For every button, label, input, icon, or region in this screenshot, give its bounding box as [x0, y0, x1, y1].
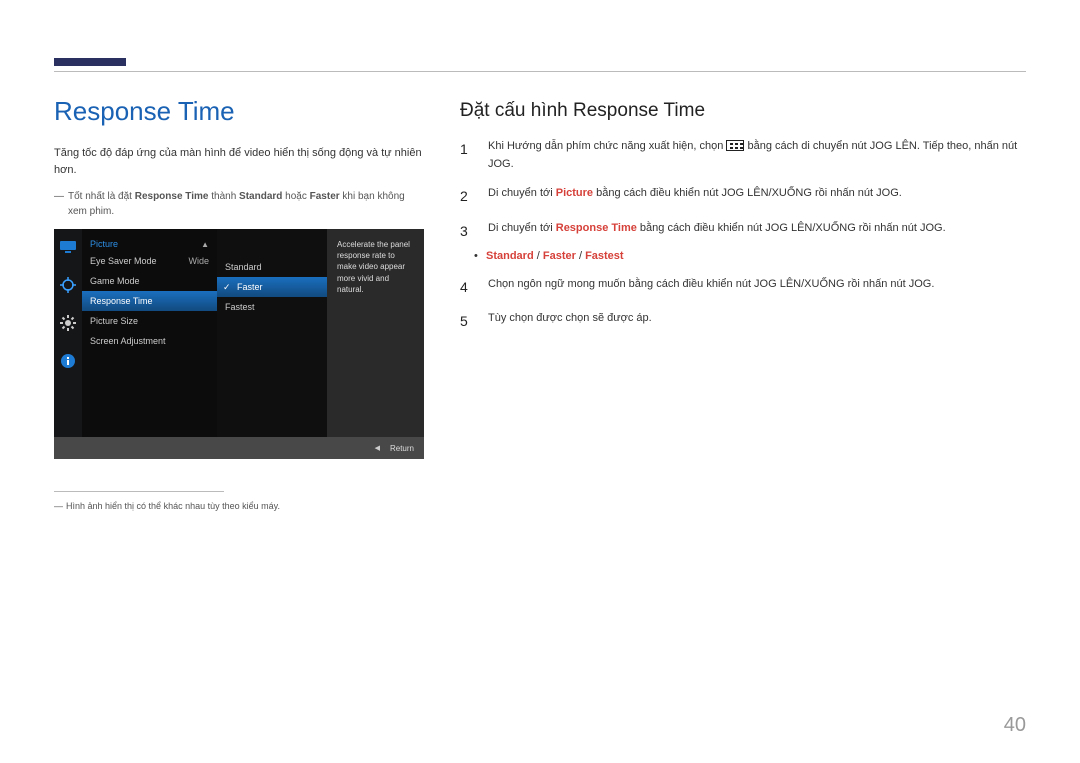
- step-number: 1: [460, 138, 476, 173]
- tip-bold: Faster: [310, 191, 340, 202]
- step-highlight: Response Time: [556, 222, 637, 234]
- osd-item: Screen Adjustment: [82, 331, 217, 351]
- osd-item-selected: Response Time: [82, 291, 217, 311]
- option-sep: /: [534, 250, 543, 262]
- triangle-left-icon: ◀: [375, 444, 380, 452]
- tip-text: Tốt nhất là đặt: [68, 191, 135, 202]
- step-body: Tùy chọn được chọn sẽ được áp.: [488, 310, 1026, 332]
- option: Fastest: [585, 250, 624, 262]
- osd-return-label: Return: [390, 444, 414, 453]
- osd-item: Picture Size: [82, 311, 217, 331]
- osd-submenu: Standard Faster Fastest: [217, 229, 327, 437]
- osd-sidebar: [54, 229, 82, 437]
- gear-icon: [59, 315, 77, 331]
- page-number: 40: [1004, 714, 1026, 737]
- tip-bold: Standard: [239, 191, 282, 202]
- step-body: Khi Hướng dẫn phím chức năng xuất hiện, …: [488, 138, 1026, 173]
- osd-menu-list: Picture ▲ Eye Saver Mode Wide Game Mode …: [82, 229, 217, 437]
- osd-item: Eye Saver Mode Wide: [82, 251, 217, 271]
- step-text: bằng cách điều khiển nút JOG LÊN/XUỐNG r…: [637, 222, 946, 234]
- section-heading: Đặt cấu hình Response Time: [460, 100, 1026, 122]
- step-body: Di chuyển tới Response Time bằng cách đi…: [488, 220, 1026, 242]
- page-title: Response Time: [54, 96, 424, 127]
- osd-item-label: Eye Saver Mode: [90, 256, 157, 266]
- option-sep: /: [576, 250, 585, 262]
- step-body: Di chuyển tới Picture bằng cách điều khi…: [488, 185, 1026, 207]
- osd-menu-title: Picture ▲: [82, 237, 217, 251]
- step-5: 5 Tùy chọn được chọn sẽ được áp.: [460, 310, 1026, 332]
- intro-text: Tăng tốc độ đáp ứng của màn hình để vide…: [54, 145, 424, 179]
- target-icon: [59, 277, 77, 293]
- osd-item-value: Wide: [188, 256, 209, 266]
- header-rule: [54, 54, 1026, 72]
- step-1: 1 Khi Hướng dẫn phím chức năng xuất hiện…: [460, 138, 1026, 173]
- step-number: 4: [460, 276, 476, 298]
- header-mark: [54, 58, 126, 66]
- step-3: 3 Di chuyển tới Response Time bằng cách …: [460, 220, 1026, 242]
- osd-item-label: Game Mode: [90, 276, 140, 286]
- step-number: 5: [460, 310, 476, 332]
- osd-sub-item: Standard: [217, 257, 327, 277]
- osd-sub-item-selected: Faster: [217, 277, 327, 297]
- tip-bold: Response Time: [135, 191, 209, 202]
- monitor-icon: [59, 239, 77, 255]
- info-icon: [59, 353, 77, 369]
- step-body: Chọn ngôn ngữ mong muốn bằng cách điều k…: [488, 276, 1026, 298]
- step-highlight: Picture: [556, 187, 593, 199]
- step-number: 2: [460, 185, 476, 207]
- osd-menu-title-label: Picture: [90, 239, 118, 249]
- osd-footer: ◀ Return: [54, 437, 424, 459]
- menu-grid-icon: [726, 140, 744, 151]
- step-text: Khi Hướng dẫn phím chức năng xuất hiện, …: [488, 140, 726, 152]
- step-text: Di chuyển tới: [488, 187, 556, 199]
- step-number: 3: [460, 220, 476, 242]
- option: Standard: [486, 250, 534, 262]
- footnote-rule: [54, 491, 224, 492]
- option: Faster: [543, 250, 576, 262]
- step-2: 2 Di chuyển tới Picture bằng cách điều k…: [460, 185, 1026, 207]
- step-4: 4 Chọn ngôn ngữ mong muốn bằng cách điều…: [460, 276, 1026, 298]
- osd-screenshot: Picture ▲ Eye Saver Mode Wide Game Mode …: [54, 229, 424, 459]
- osd-help-tip: Accelerate the panel response rate to ma…: [327, 229, 424, 437]
- step-text: Di chuyển tới: [488, 222, 556, 234]
- chevron-up-icon: ▲: [201, 240, 209, 249]
- osd-item-label: Picture Size: [90, 316, 138, 326]
- osd-item: Game Mode: [82, 271, 217, 291]
- image-disclaimer: Hình ảnh hiển thị có thể khác nhau tùy t…: [54, 501, 424, 511]
- tip-text: thành: [208, 191, 239, 202]
- best-practice-note: Tốt nhất là đặt Response Time thành Stan…: [54, 189, 424, 219]
- step-text: bằng cách điều khiển nút JOG LÊN/XUỐNG r…: [593, 187, 902, 199]
- osd-item-label: Screen Adjustment: [90, 336, 166, 346]
- tip-text: hoặc: [282, 191, 309, 202]
- osd-sub-item: Fastest: [217, 297, 327, 317]
- options-list: Standard / Faster / Fastest: [460, 250, 1026, 262]
- osd-item-label: Response Time: [90, 296, 153, 306]
